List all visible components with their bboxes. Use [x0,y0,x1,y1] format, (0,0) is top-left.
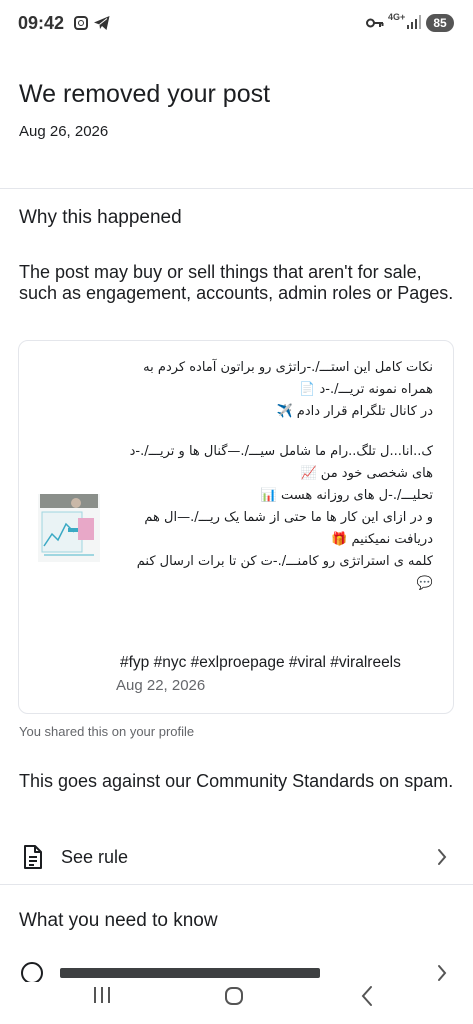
caption-line: دریافت نمیکنیم 🎁 [331,532,433,547]
status-bar: 09:42 4G+ 85 [0,0,473,48]
caption-line: تحلیـــ/.-ل های روزانه هست 📊 [260,488,433,503]
divider [0,884,473,885]
status-time: 09:42 [18,13,65,33]
caption-line: ک..انا...ل تلگ..رام ما شامل سیـــ/.—گنال… [129,444,433,459]
caption-line: های شخصی خود من 📈 [300,466,433,481]
why-body: The post may buy or sell things that are… [19,262,454,303]
standards-text: This goes against our Community Standard… [19,771,454,791]
caption-line: همراه نمونه تریـــ/.-د 📄 [299,382,433,397]
removal-date: Aug 26, 2026 [19,123,109,140]
document-icon [24,845,42,869]
see-rule-label: See rule [61,847,129,867]
post-hashtags: #fyp #nyc #exlproepage #viral #viralreel… [120,654,401,671]
battery-icon: 85 [426,14,454,32]
see-rule-button[interactable]: See rule [0,833,473,881]
telegram-icon [94,16,110,30]
caption-line: و در ازای این کار ها ما حتی از شما یک ری… [144,510,433,525]
back-icon[interactable] [360,985,374,1007]
post-card[interactable]: نکات کامل این استـــ/.-راتژی رو براتون آ… [18,340,454,714]
info-row[interactable] [0,958,473,982]
why-heading: Why this happened [19,207,182,228]
caption-line: 💬 [416,576,433,591]
chevron-right-icon [438,849,447,865]
info-icon [21,962,43,982]
info-row-label [60,968,320,978]
caption-line: در کانال تلگرام قرار دادم ✈️ [276,404,433,419]
network-type: 4G+ [388,12,406,22]
post-date: Aug 22, 2026 [116,677,206,694]
post-thumbnail[interactable] [38,494,100,562]
signal-icon [407,15,421,29]
post-caption: نکات کامل این استـــ/.-راتژی رو براتون آ… [115,357,433,595]
recent-apps-icon[interactable] [92,986,112,1004]
key-icon [366,18,384,28]
page-title: We removed your post [19,80,271,108]
caption-line: نکات کامل این استـــ/.-راتژی رو براتون آ… [143,360,433,375]
divider [0,188,473,189]
shared-note: You shared this on your profile [19,724,195,739]
instagram-icon [74,16,88,30]
home-icon[interactable] [224,986,244,1006]
need-to-know-heading: What you need to know [19,910,218,931]
system-nav-bar [0,982,473,1024]
caption-line: کلمه ی استراتژی رو کامنـــ/.-ت کن تا برا… [136,554,433,569]
chevron-right-icon [438,965,447,981]
